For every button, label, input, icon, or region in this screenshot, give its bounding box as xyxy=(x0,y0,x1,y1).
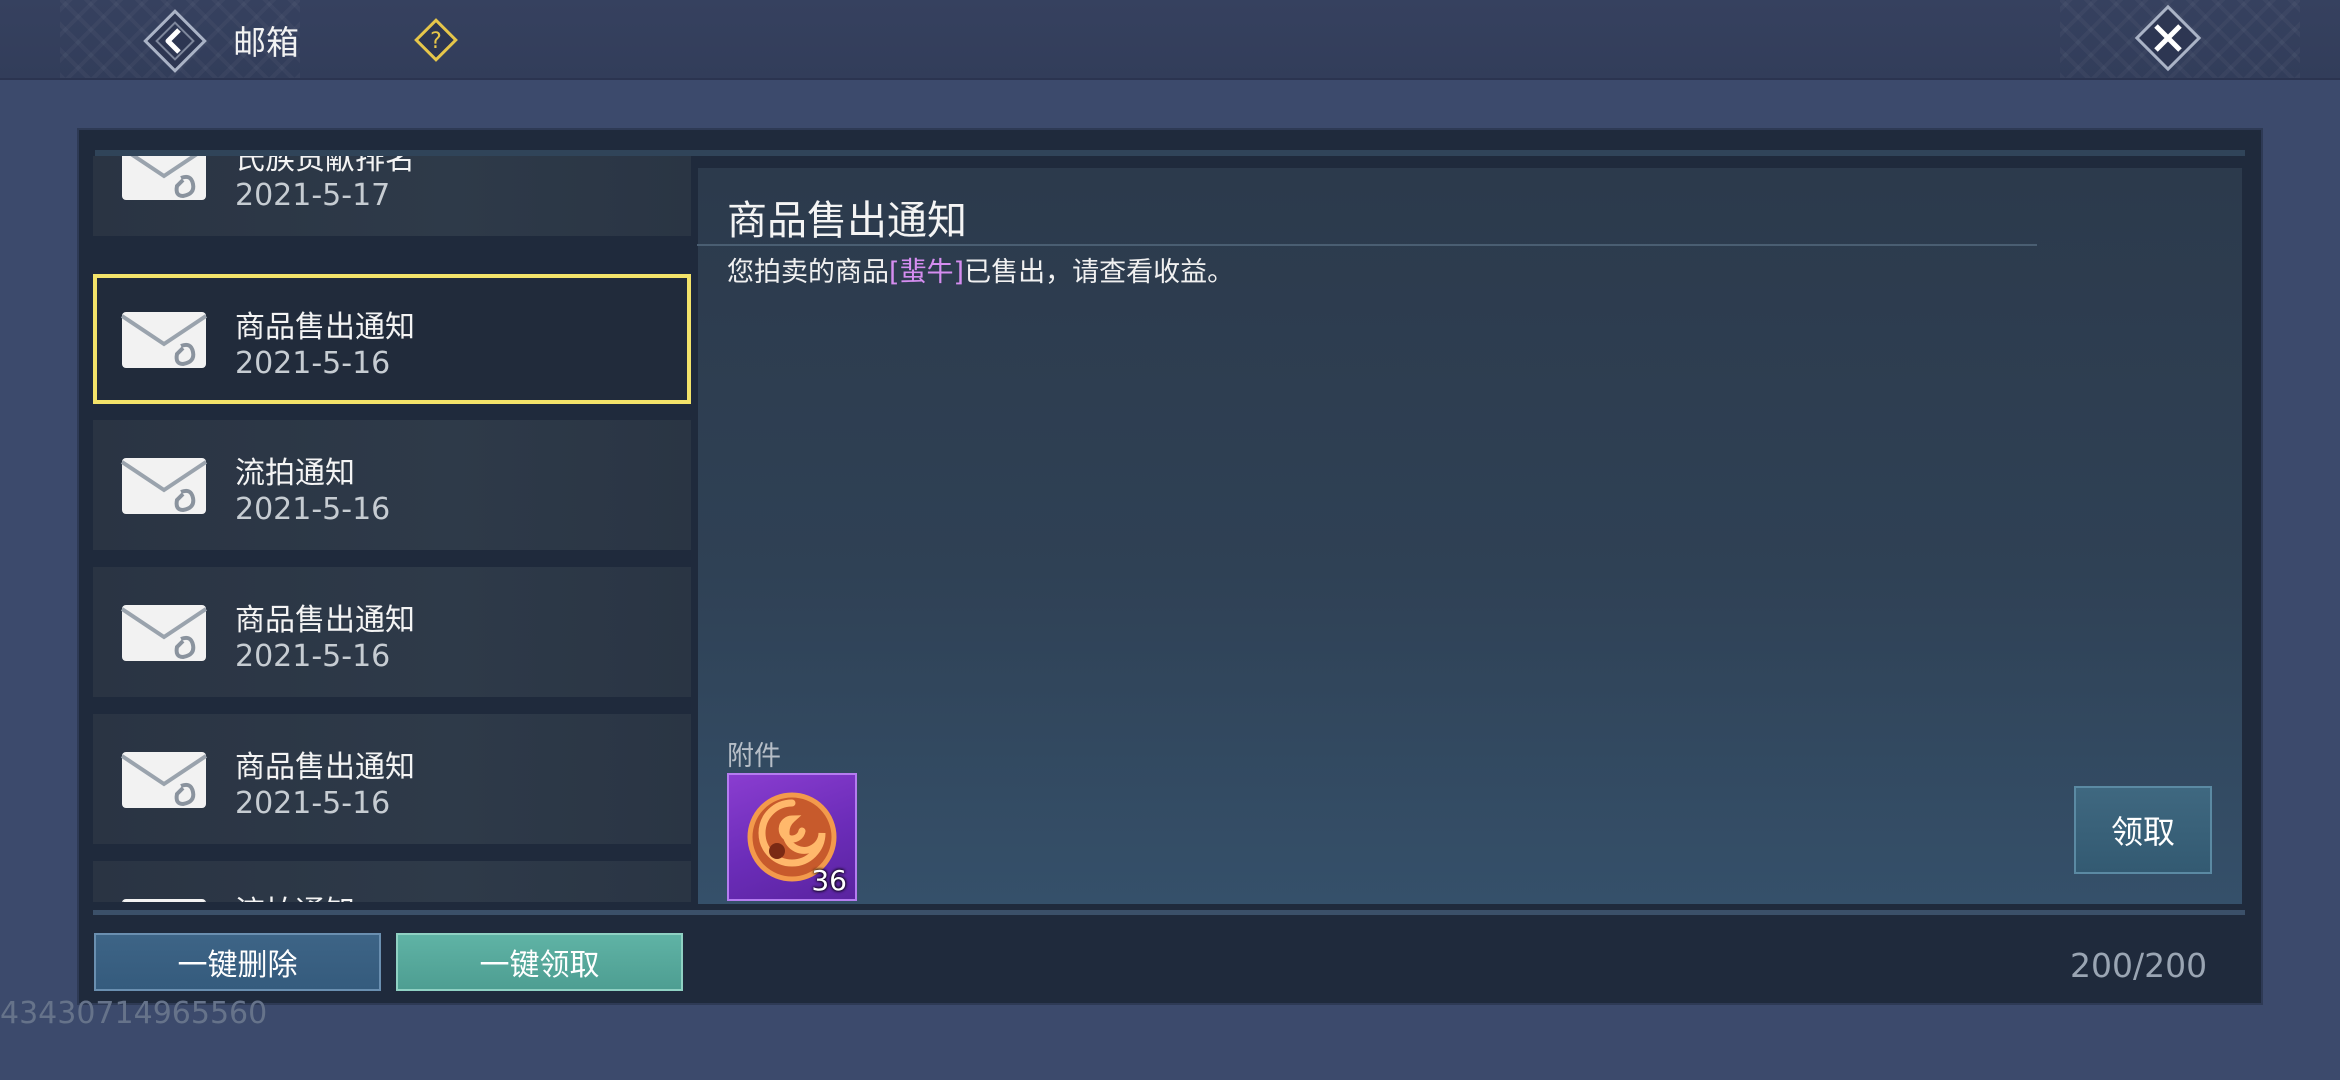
delete-all-button[interactable]: 一键删除 xyxy=(94,933,381,991)
mail-date: 2021-5-16 xyxy=(235,346,391,381)
mail-subject: 流拍通知 xyxy=(235,456,355,491)
mail-list[interactable]: 氏族贡献排名 2021-5-17 商品售出通知 2021-5-16 流拍通知 2… xyxy=(93,156,693,902)
close-x-icon xyxy=(2134,4,2202,72)
envelope-attachment-icon xyxy=(122,899,206,902)
attachment-item[interactable]: 36 xyxy=(727,773,857,901)
mail-detail-title: 商品售出通知 xyxy=(727,198,967,244)
mail-date: 2021-5-16 xyxy=(235,786,391,821)
svg-text:?: ? xyxy=(430,29,442,54)
mail-date: 2021-5-17 xyxy=(235,178,391,213)
envelope-attachment-icon xyxy=(122,156,206,200)
body-prefix: 您拍卖的商品 xyxy=(727,257,889,288)
back-button[interactable] xyxy=(140,6,210,76)
footer-divider xyxy=(93,910,2245,915)
page-title: 邮箱 xyxy=(233,23,299,62)
envelope-attachment-icon xyxy=(120,605,208,661)
mail-count: 200/200 xyxy=(2070,946,2208,985)
attachment-quantity: 36 xyxy=(811,864,847,897)
mail-detail-body: 您拍卖的商品[蜚牛]已售出，请查看收益。 xyxy=(727,250,1234,289)
mail-date: 2021-5-16 xyxy=(235,492,391,527)
user-id: 43430714965560 xyxy=(0,996,268,1031)
mail-item[interactable]: 流拍通知 xyxy=(93,861,691,902)
mail-item[interactable]: 流拍通知 2021-5-16 xyxy=(93,420,691,550)
close-button[interactable] xyxy=(2130,0,2206,76)
mail-subject: 商品售出通知 xyxy=(235,310,415,345)
help-button[interactable]: ? xyxy=(412,16,460,64)
detail-divider xyxy=(697,244,2037,246)
body-suffix: 已售出，请查看收益。 xyxy=(964,257,1235,288)
back-arrow-icon xyxy=(143,9,207,73)
envelope-attachment-icon xyxy=(120,752,208,808)
mail-subject: 氏族贡献排名 xyxy=(235,156,415,177)
mail-subject: 商品售出通知 xyxy=(235,603,415,638)
mail-date: 2021-5-16 xyxy=(235,639,391,674)
item-name-link[interactable]: [蜚牛] xyxy=(889,257,964,288)
claim-all-button[interactable]: 一键领取 xyxy=(396,933,683,991)
question-mark-icon: ? xyxy=(414,18,458,62)
attachment-label: 附件 xyxy=(727,741,781,772)
claim-button[interactable]: 领取 xyxy=(2074,786,2212,874)
mail-item[interactable]: 商品售出通知 2021-5-16 xyxy=(93,714,691,844)
mail-item[interactable]: 商品售出通知 2021-5-16 xyxy=(93,567,691,697)
top-bar xyxy=(0,0,2340,80)
mail-subject: 商品售出通知 xyxy=(235,750,415,785)
mail-item[interactable]: 氏族贡献排名 2021-5-17 xyxy=(93,156,691,236)
envelope-attachment-icon xyxy=(120,458,208,514)
envelope-attachment-icon xyxy=(120,312,208,368)
mail-item-selected[interactable]: 商品售出通知 2021-5-16 xyxy=(93,274,691,404)
mail-subject: 流拍通知 xyxy=(235,887,355,902)
